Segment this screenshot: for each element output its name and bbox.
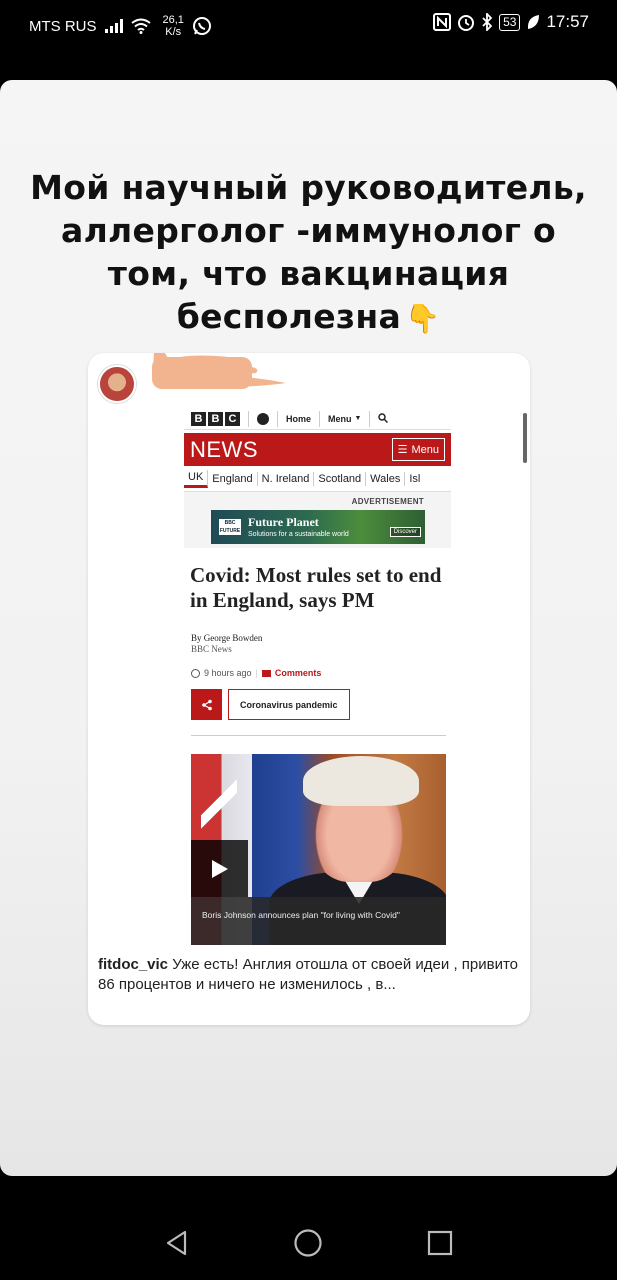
status-bar: MTS RUS 26,1 K/s 53 17:57 — [0, 0, 617, 48]
ad-logo: BBC FUTURE — [219, 519, 241, 535]
recents-icon[interactable] — [425, 1228, 455, 1258]
leaf-icon — [526, 14, 540, 30]
carrier-label: MTS RUS — [29, 17, 97, 35]
home-icon[interactable] — [293, 1228, 323, 1258]
signal-icon — [104, 19, 123, 33]
nav-item-n-ireland: N. Ireland — [258, 471, 315, 486]
bbc-article-screenshot: B B C Home Menu ▼ NEWS ☰ Menu UK England… — [184, 408, 451, 945]
redaction-scribble — [152, 353, 286, 389]
news-menu-button: ☰ Menu — [391, 438, 445, 461]
nav-item-uk: UK — [184, 469, 209, 488]
advertisement: ADVERTISEMENT BBC FUTURE Future Planet S… — [184, 492, 451, 548]
net-speed-unit: K/s — [165, 26, 182, 38]
home-link: Home — [286, 413, 312, 424]
battery-indicator: 53 — [499, 13, 521, 31]
headline-line: Мой научный руководитель, — [30, 168, 587, 207]
article-meta: 9 hours ago | Comments — [191, 668, 451, 678]
post-comment[interactable]: fitdoc_vic Уже есть! Англия отошла от св… — [98, 955, 523, 995]
pointing-down-emoji: 👇 — [405, 302, 441, 335]
headline-line-last: бесполезна 👇 — [30, 295, 587, 340]
hamburger-icon: ☰ — [397, 444, 408, 456]
source: BBC News — [191, 644, 232, 654]
story-view[interactable]: Мой научный руководитель, аллерголог -им… — [0, 80, 617, 1176]
nav-item-wales: Wales — [366, 471, 406, 486]
author: By George Bowden — [191, 633, 263, 643]
video-thumbnail: Boris Johnson announces plan "for living… — [191, 754, 446, 945]
comments-link: Comments — [274, 668, 322, 678]
photo-hair — [303, 756, 419, 806]
nav-item-isle: Isl — [409, 472, 421, 485]
topic-button: Coronavirus pandemic — [228, 689, 350, 720]
menu-link: Menu — [328, 413, 352, 424]
clock-icon — [191, 668, 200, 678]
shared-post-card[interactable]: B B C Home Menu ▼ NEWS ☰ Menu UK England… — [88, 353, 530, 1025]
bbc-logo: B B C — [191, 411, 240, 426]
flag-decoration — [201, 754, 237, 854]
time-ago: 9 hours ago — [204, 668, 252, 678]
whatsapp-icon — [192, 16, 212, 36]
news-wordmark: NEWS — [190, 436, 258, 462]
ad-banner: BBC FUTURE Future Planet Solutions for a… — [211, 510, 425, 544]
share-row: Coronavirus pandemic — [191, 689, 451, 720]
back-icon[interactable] — [162, 1228, 192, 1258]
byline: By George Bowden BBC News — [191, 633, 451, 655]
nfc-icon — [433, 13, 452, 31]
ad-subtitle: Solutions for a sustainable world — [248, 531, 349, 538]
ad-discover-button: Discover — [389, 527, 421, 537]
comment-username[interactable]: fitdoc_vic — [98, 956, 168, 973]
logo-letter: B — [208, 411, 223, 426]
nav-item-scotland: Scotland — [314, 471, 367, 486]
account-icon — [257, 412, 269, 425]
headline-line: аллерголог -иммунолог о — [61, 211, 556, 250]
region-nav: UK England N. Ireland Scotland Wales Isl — [184, 466, 451, 492]
ad-title: Future Planet — [248, 515, 319, 529]
avatar[interactable] — [98, 365, 136, 403]
advertisement-label: ADVERTISEMENT — [351, 497, 424, 506]
wifi-icon — [130, 18, 151, 34]
story-headline: Мой научный руководитель, аллерголог -им… — [30, 166, 587, 340]
headline-line: бесполезна — [176, 297, 402, 336]
bbc-top-bar: B B C Home Menu ▼ — [184, 408, 451, 430]
article-title: Covid: Most rules set to end in England,… — [190, 563, 442, 612]
system-nav-bar — [0, 1200, 617, 1280]
search-icon — [378, 412, 389, 425]
net-speed-value: 26,1 — [162, 14, 184, 26]
net-speed: 26,1 K/s — [163, 14, 184, 38]
bluetooth-icon — [481, 13, 493, 31]
caret-down-icon: ▼ — [354, 415, 362, 422]
share-icon — [191, 689, 222, 720]
video-caption: Boris Johnson announces plan "for living… — [191, 897, 446, 945]
scrollbar[interactable] — [523, 413, 527, 463]
divider — [191, 735, 446, 736]
logo-letter: B — [191, 411, 206, 426]
alarm-icon — [457, 13, 475, 31]
clock-time: 17:57 — [546, 12, 589, 31]
nav-item-england: England — [208, 471, 258, 486]
comment-icon — [261, 669, 271, 677]
menu-button-label: Menu — [411, 443, 439, 456]
headline-line: том, что вакцинация — [107, 254, 510, 293]
logo-letter: C — [225, 411, 240, 426]
play-icon — [191, 840, 248, 897]
news-header: NEWS ☰ Menu — [184, 433, 451, 466]
